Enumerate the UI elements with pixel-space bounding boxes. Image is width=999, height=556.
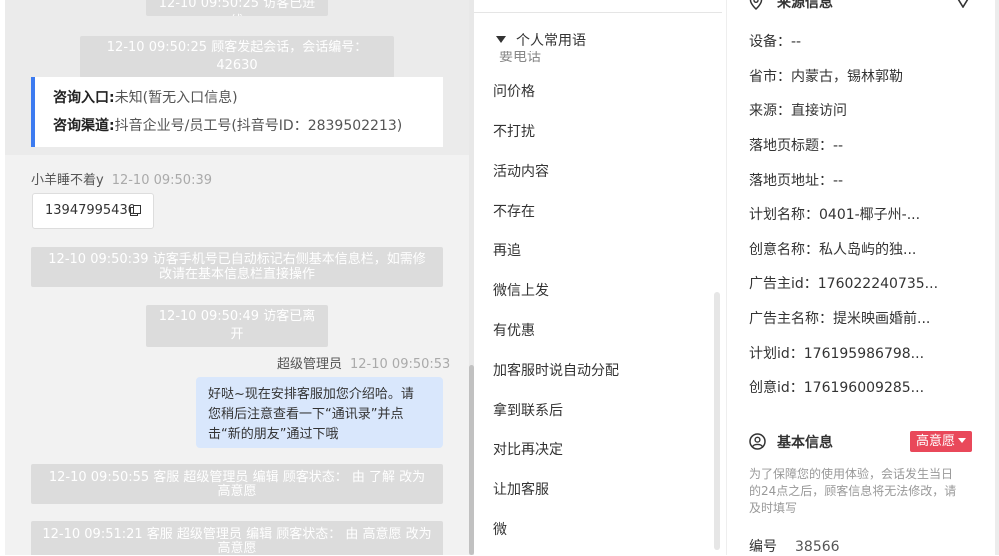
consult-info-card: 咨询入口:未知(暂无入口信息) 咨询渠道:抖音企业号/员工号(抖音号ID：283…	[31, 77, 443, 147]
phone-number: 13947995430	[45, 203, 136, 218]
notice-text-line1: 12-10 09:51:21 客服 超级管理员 编辑 顾客状态： 由 高意愿 改…	[42, 527, 432, 542]
panel-right-edge	[995, 0, 999, 555]
agent-message-time: 12-10 09:50:53	[350, 357, 451, 372]
customer-id-row: 编号 38566	[749, 536, 840, 556]
phrases-scrollbar[interactable]	[714, 292, 720, 550]
phrase-item[interactable]: 问价格	[493, 81, 535, 101]
consult-channel-row: 咨询渠道:抖音企业号/员工号(抖音号ID：2839502213)	[53, 115, 443, 143]
field-source: 来源：直接访问	[749, 103, 847, 119]
common-phrases-panel: 要电话 个人常用语 问价格 不打扰 活动内容 不存在 再追 微信上发 有优惠 加…	[474, 0, 727, 555]
edit-deadline-note: 为了保障您的使用体验，会话发生当日 的24点之后，顾客信息将无法修改，请 及时填…	[749, 466, 975, 517]
copy-icon[interactable]	[130, 205, 141, 216]
note-line2: 的24点之后，顾客信息将无法修改，请	[749, 484, 957, 498]
shield-icon[interactable]	[954, 0, 972, 8]
phrase-item[interactable]: 微	[493, 519, 507, 539]
agent-message-line3: 击“新的朋友”通过下哦	[208, 427, 339, 442]
source-info-title: 来源信息	[777, 0, 833, 11]
user-icon	[749, 433, 766, 450]
chat-panel: 12-10 09:50:25 访客已进线 12-10 09:50:25 顾客发起…	[0, 0, 474, 555]
notice-text: 12-10 09:50:49 访客已离开	[158, 309, 316, 342]
agent-sender-line: 超级管理员 12-10 09:50:53	[277, 353, 450, 372]
phrase-item[interactable]: 有优惠	[493, 320, 535, 340]
field-creative-name: 创意名称：私人岛屿的独...	[749, 242, 917, 258]
notice-text-line1: 12-10 09:50:55 客服 超级管理员 编辑 顾客状态： 由 了解 改为	[48, 470, 426, 485]
system-notice-status-change: 12-10 09:51:21 客服 超级管理员 编辑 顾客状态： 由 高意愿 改…	[31, 521, 443, 555]
consult-entry-label: 咨询入口:	[53, 90, 115, 106]
phrases-group-header[interactable]: 个人常用语	[496, 30, 586, 50]
field-landing-title: 落地页标题：--	[749, 138, 844, 154]
phrase-item[interactable]: 拿到联系后	[493, 400, 563, 420]
source-info-header: 来源信息	[749, 0, 833, 12]
note-line1: 为了保障您的使用体验，会话发生当日	[749, 467, 954, 481]
field-plan-id: 计划id：176195986798...	[749, 346, 925, 362]
field-advertiser-id: 广告主id：176022240735...	[749, 276, 939, 292]
phrase-item[interactable]: 让加客服	[493, 479, 549, 499]
visitor-phone-message[interactable]: 13947995430	[32, 193, 154, 229]
phrase-item[interactable]: 微信上发	[493, 280, 549, 300]
system-notice-session-start: 12-10 09:50:25 顾客发起会话，会话编号：42630	[80, 36, 394, 78]
field-creative-id: 创意id：176196009285...	[749, 380, 925, 396]
caret-down-icon	[496, 36, 506, 43]
system-notice-phone-marked: 12-10 09:50:39 访客手机号已自动标记右侧基本信息栏，如需修 改请在…	[31, 247, 443, 287]
notice-text-line1: 12-10 09:50:39 访客手机号已自动标记右侧基本信息栏，如需修	[48, 252, 426, 267]
divider	[474, 12, 722, 13]
notice-text: 12-10 09:50:25 顾客发起会话，会话编号：42630	[106, 40, 368, 73]
basic-info-header: 基本信息	[749, 432, 833, 452]
agent-message-bubble: 好哒~现在安排客服加您介绍哈。请 您稍后注意查看一下“通讯录”并点 击“新的朋友…	[196, 377, 443, 448]
phrase-item[interactable]: 不打扰	[493, 121, 535, 141]
consult-entry-row: 咨询入口:未知(暂无入口信息)	[53, 87, 443, 115]
basic-info-title: 基本信息	[777, 435, 833, 451]
caret-down-icon	[958, 438, 967, 443]
notice-text: 12-10 09:50:25 访客已进线	[158, 0, 316, 16]
visitor-sender-line: 小羊睡不着y 12-10 09:50:39	[31, 169, 212, 188]
field-advertiser-name: 广告主名称：提米映画婚前...	[749, 311, 931, 327]
field-device: 设备：--	[749, 34, 802, 50]
notice-text-line2: 高意愿	[217, 541, 257, 556]
phrase-item[interactable]: 不存在	[493, 201, 535, 221]
phrase-item[interactable]: 再追	[493, 240, 521, 260]
notice-text-line2: 高意愿	[217, 484, 257, 499]
agent-name: 超级管理员	[277, 357, 343, 372]
field-landing-url: 落地页地址：--	[749, 173, 844, 189]
visitor-message-time: 12-10 09:50:39	[111, 173, 212, 188]
visitor-name: 小羊睡不着y	[31, 173, 104, 188]
customer-id-label: 编号	[749, 539, 777, 555]
system-notice-status-change: 12-10 09:50:55 客服 超级管理员 编辑 顾客状态： 由 了解 改为…	[31, 464, 443, 504]
field-plan-name: 计划名称：0401-椰子州-...	[749, 207, 921, 223]
consult-channel-value: 抖音企业号/员工号(抖音号ID：2839502213)	[114, 118, 403, 134]
customer-info-panel: 来源信息 设备：-- 省市：内蒙古，锡林郭勒 来源：直接访问 落地页标题：-- …	[727, 0, 999, 555]
phrase-item[interactable]: 活动内容	[493, 161, 549, 181]
phrase-item[interactable]: 加客服时说自动分配	[493, 360, 619, 380]
customer-id-value: 38566	[795, 539, 840, 555]
phrases-group-title: 个人常用语	[516, 33, 586, 49]
agent-message-line2: 您稍后注意查看一下“通讯录”并点	[208, 407, 404, 422]
field-province-city: 省市：内蒙古，锡林郭勒	[749, 69, 903, 85]
consult-entry-value: 未知(暂无入口信息)	[114, 90, 238, 106]
notice-text-line2: 改请在基本信息栏直接操作	[158, 267, 315, 282]
system-notice-visitor-entered: 12-10 09:50:25 访客已进线	[146, 0, 328, 16]
consult-channel-label: 咨询渠道:	[53, 118, 115, 134]
note-line3: 及时填写	[749, 501, 798, 515]
system-notice-visitor-left: 12-10 09:50:49 访客已离开	[146, 305, 328, 347]
agent-message-line1: 好哒~现在安排客服加您介绍哈。请	[208, 387, 414, 402]
intent-status-label: 高意愿	[916, 434, 956, 449]
intent-status-dropdown[interactable]: 高意愿	[910, 431, 973, 452]
location-pin-icon	[749, 0, 763, 10]
chat-left-edge	[0, 0, 5, 555]
phrase-item[interactable]: 对比再决定	[493, 439, 563, 459]
